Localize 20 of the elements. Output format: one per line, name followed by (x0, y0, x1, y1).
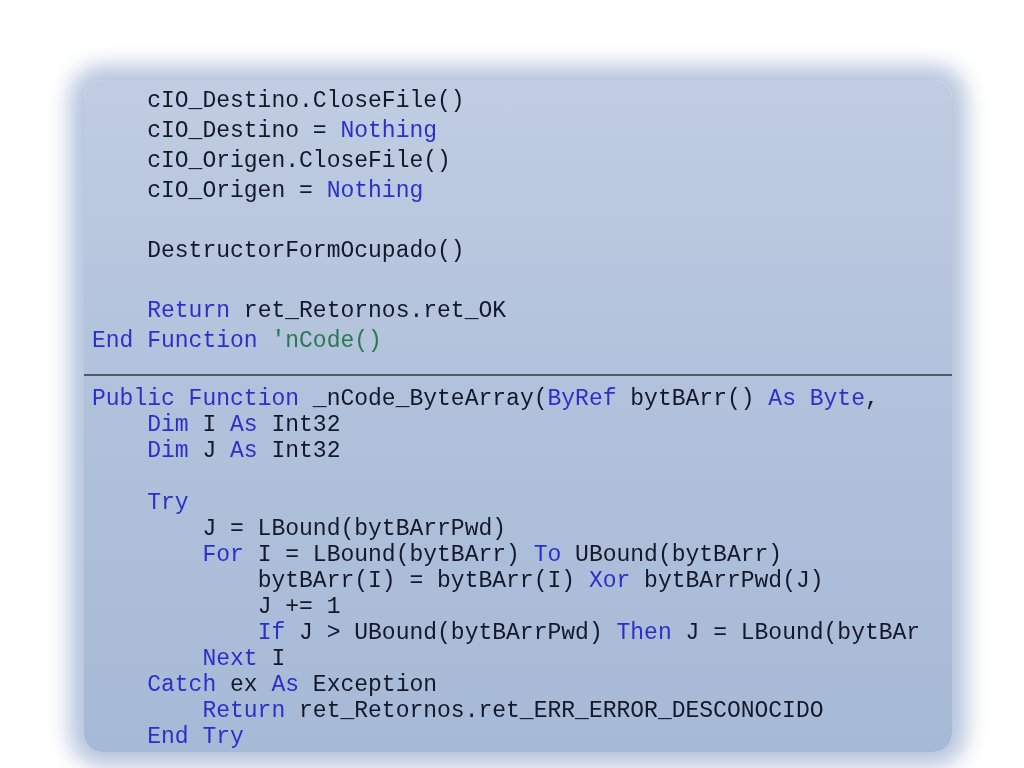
code-line: End Try (147, 724, 244, 750)
code-line: Next I (202, 646, 286, 672)
code-line: Return ret_Retornos.ret_OK (147, 297, 507, 326)
code-line: Public Function _nCode_ByteArray(ByRef bytBArr() As Byte, (92, 386, 879, 412)
code-line: J = LBound(bytBArrPwd) (202, 516, 507, 542)
code-line: cIO_Destino.CloseFile() (147, 87, 465, 116)
code-line: Return ret_Retornos.ret_ERR_ERROR_DESCONOCIDO (202, 698, 824, 724)
code-line: Dim I As Int32 (147, 412, 341, 438)
code-line: Catch ex As Exception (147, 672, 438, 698)
code-line: If J > UBound(bytBArrPwd) Then J = LBound(bytBAr (257, 620, 921, 646)
code-line: bytBArr(I) = bytBArr(I) Xor bytBArrPwd(J) (257, 568, 824, 594)
code-line: Dim J As Int32 (147, 438, 341, 464)
code-line: DestructorFormOcupado() (147, 237, 465, 266)
code-line: Try (147, 490, 189, 516)
code-line: cIO_Destino = Nothing (147, 117, 438, 146)
code-line: cIO_Origen.CloseFile() (147, 147, 451, 176)
code-line: cIO_Origen = Nothing (147, 177, 424, 206)
code-line: For I = LBound(bytBArr) To UBound(bytBArr) (202, 542, 783, 568)
code-line: J += 1 (257, 594, 341, 620)
code-line: End Function 'nCode() (92, 327, 382, 356)
